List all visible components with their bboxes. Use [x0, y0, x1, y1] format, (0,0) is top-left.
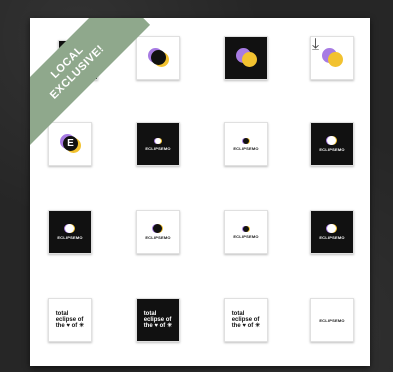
brand-name: ECLIPSEMO	[233, 233, 259, 239]
sticker-tile[interactable]: ECLIPSEMO	[48, 210, 92, 254]
sticker-tile[interactable]: total eclipse of the ♥ of ☀	[136, 298, 180, 342]
eclipse-logo	[236, 48, 257, 68]
sticker-tile[interactable]: ECLIPSEMO	[310, 298, 354, 342]
brand-name: ECLIPSEMO	[57, 235, 83, 240]
brand-name: ECLIPSEMO	[233, 145, 259, 151]
brand-letter: E	[63, 136, 78, 151]
total-line-3: the ♥ of ☀	[143, 323, 173, 329]
sticker-tile[interactable]: ECLIPSEMO	[136, 210, 180, 254]
sticker-tile[interactable]: ECLIPSEMO	[310, 210, 354, 254]
download-icon[interactable]: ⤓	[312, 36, 319, 54]
sticker-tile[interactable]: ECLIPSEMO	[136, 122, 180, 166]
sticker-tile[interactable]: E	[48, 122, 92, 166]
sticker-tile[interactable]: total eclipse of the ♥ of ☀	[48, 298, 92, 342]
total-eclipse-text: total eclipse of the ♥ of ☀	[144, 311, 173, 329]
sticker-tile[interactable]: ECLIPSEMO	[224, 210, 268, 254]
total-eclipse-text: total eclipse of the ♥ of ☀	[56, 311, 85, 329]
brand-name: ECLIPSEMO	[145, 145, 171, 151]
sticker-tile[interactable]	[224, 36, 268, 80]
brand-name: ECLIPSEMO	[319, 235, 345, 240]
sticker-tile[interactable]: ECLIPSEMO	[224, 122, 268, 166]
sticker-tile[interactable]: ECLIPSEMO	[310, 122, 354, 166]
eclipse-logo	[148, 48, 169, 68]
eclipse-logo: E	[60, 134, 81, 154]
total-eclipse-text: total eclipse of the ♥ of ☀	[232, 311, 261, 329]
eclipse-logo	[322, 48, 343, 68]
total-line-3: the ♥ of ☀	[231, 323, 261, 329]
brand-name: ECLIPSEMO	[145, 235, 171, 240]
sticker-tile[interactable]: total eclipse of the ♥ of ☀	[224, 298, 268, 342]
total-line-3: the ♥ of ☀	[55, 323, 85, 329]
brand-name: ECLIPSEMO	[319, 317, 345, 323]
sticker-tile[interactable]	[136, 36, 180, 80]
brand-name: ECLIPSEMO	[319, 147, 345, 152]
sticker-sheet: E ECLIPSEMO ECLIPSEMO ECLIPSEMO ECLIPSEM…	[30, 18, 370, 366]
